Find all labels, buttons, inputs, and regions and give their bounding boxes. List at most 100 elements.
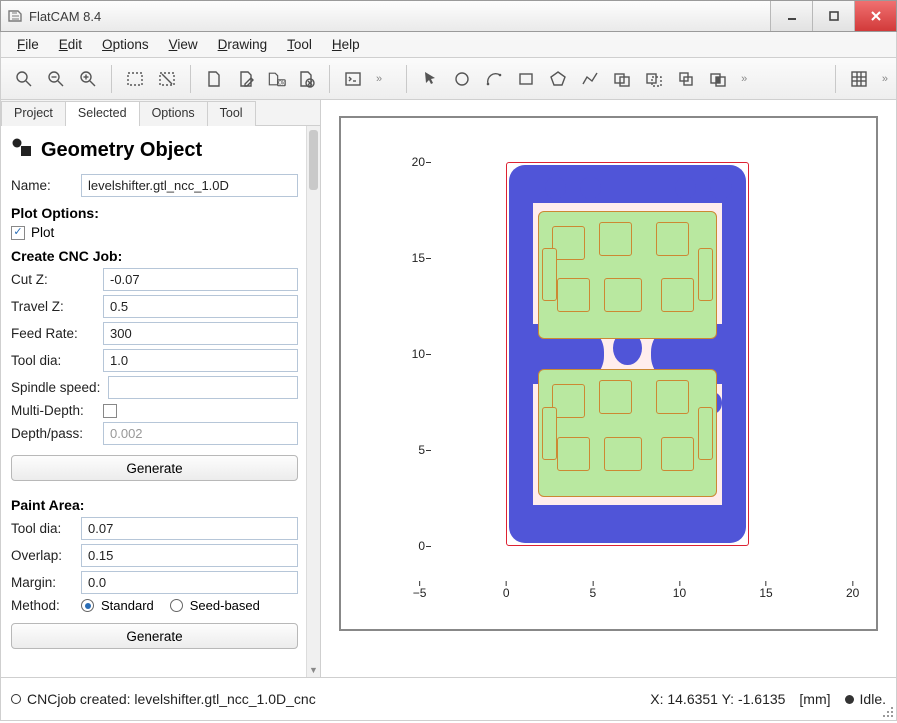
cnc-heading: Create CNC Job: (11, 248, 298, 264)
status-bar: CNCjob created: levelshifter.gtl_ncc_1.0… (0, 677, 897, 721)
paint-overlap-field[interactable] (81, 544, 298, 567)
toolbar: Ok » » » (0, 58, 897, 100)
y-tick: 0 (385, 539, 425, 553)
tooldia-label: Tool dia: (11, 353, 97, 368)
menu-options[interactable]: Options (94, 35, 157, 54)
tooldia-field[interactable] (103, 349, 298, 372)
union-icon[interactable] (607, 64, 637, 94)
x-tick: 15 (759, 581, 772, 603)
generate-cnc-button[interactable]: Generate (11, 455, 298, 481)
tab-tool[interactable]: Tool (207, 101, 256, 126)
svg-text:Ok: Ok (278, 80, 285, 86)
side-tabs: Project Selected Options Tool (1, 100, 320, 126)
terminal-icon[interactable] (338, 64, 368, 94)
x-tick: 0 (503, 581, 510, 603)
plot-options-heading: Plot Options: (11, 205, 298, 221)
pointer-icon[interactable] (415, 64, 445, 94)
edit-doc-icon[interactable] (231, 64, 261, 94)
subtract-icon[interactable] (639, 64, 669, 94)
select-clear-icon[interactable] (152, 64, 182, 94)
grid-icon[interactable] (844, 64, 874, 94)
copy-icon[interactable] (671, 64, 701, 94)
depthpass-field[interactable] (103, 422, 298, 445)
cutz-label: Cut Z: (11, 272, 97, 287)
doc-del-icon[interactable] (291, 64, 321, 94)
polyline-icon[interactable] (575, 64, 605, 94)
maximize-button[interactable] (812, 1, 854, 31)
cutz-field[interactable] (103, 268, 298, 291)
zoom-in-icon[interactable] (73, 64, 103, 94)
new-doc-icon[interactable] (199, 64, 229, 94)
menu-view[interactable]: View (161, 35, 206, 54)
y-tick: 20 (385, 155, 425, 169)
menu-file[interactable]: File (9, 35, 47, 54)
travelz-field[interactable] (103, 295, 298, 318)
title-bar: FlatCAM 8.4 (0, 0, 897, 32)
x-tick: 5 (590, 581, 597, 603)
toolbar-overflow-3[interactable]: » (878, 73, 892, 85)
name-field[interactable] (81, 174, 298, 197)
menu-bar: File Edit Options View Drawing Tool Help (0, 32, 897, 58)
select-rect-icon[interactable] (120, 64, 150, 94)
menu-tool[interactable]: Tool (279, 35, 320, 54)
close-button[interactable] (854, 1, 896, 31)
x-tick: 20 (846, 581, 859, 603)
multidepth-checkbox[interactable] (103, 404, 117, 418)
plot-canvas[interactable]: 0 5 10 15 20 −5 0 5 10 15 20 (321, 100, 896, 677)
scroll-down-icon[interactable]: ▼ (307, 663, 320, 677)
travelz-label: Travel Z: (11, 299, 97, 314)
name-label: Name: (11, 178, 75, 193)
tab-options[interactable]: Options (139, 101, 208, 126)
rect-icon[interactable] (511, 64, 541, 94)
side-scrollbar[interactable]: ▲ ▼ (306, 126, 320, 677)
geometry-icon (11, 136, 33, 164)
method-seed-radio[interactable] (170, 599, 183, 612)
polygon-icon[interactable] (543, 64, 573, 94)
plot-checkbox-label: Plot (31, 225, 54, 240)
toolbar-overflow-1[interactable]: » (372, 73, 386, 85)
toolbar-overflow-2[interactable]: » (737, 73, 751, 85)
status-message: CNCjob created: levelshifter.gtl_ncc_1.0… (27, 691, 316, 707)
method-standard-radio[interactable] (81, 599, 94, 612)
paint-tooldia-label: Tool dia: (11, 521, 75, 536)
paint-margin-field[interactable] (81, 571, 298, 594)
generate-paint-button[interactable]: Generate (11, 623, 298, 649)
paint-margin-label: Margin: (11, 575, 75, 590)
circle-icon[interactable] (447, 64, 477, 94)
doc-ok-icon[interactable]: Ok (263, 64, 289, 94)
menu-help[interactable]: Help (324, 35, 368, 54)
x-tick: 10 (673, 581, 686, 603)
menu-drawing[interactable]: Drawing (210, 35, 276, 54)
status-units: [mm] (799, 691, 830, 707)
zoom-fit-icon[interactable] (9, 64, 39, 94)
tab-selected[interactable]: Selected (65, 101, 140, 126)
spindle-label: Spindle speed: (11, 380, 102, 395)
feedrate-field[interactable] (103, 322, 298, 345)
intersect-icon[interactable] (703, 64, 733, 94)
minimize-button[interactable] (770, 1, 812, 31)
feedrate-label: Feed Rate: (11, 326, 97, 341)
paint-heading: Paint Area: (11, 497, 298, 513)
scroll-thumb[interactable] (309, 130, 318, 190)
idle-indicator-icon (845, 695, 854, 704)
y-tick: 5 (385, 443, 425, 457)
depthpass-label: Depth/pass: (11, 426, 97, 441)
status-coords: X: 14.6351 Y: -1.6135 (650, 691, 785, 707)
app-icon (7, 8, 23, 24)
paint-overlap-label: Overlap: (11, 548, 75, 563)
window-title: FlatCAM 8.4 (29, 9, 101, 24)
y-tick: 15 (385, 251, 425, 265)
x-tick: −5 (413, 581, 427, 603)
spindle-field[interactable] (108, 376, 298, 399)
method-label: Method: (11, 598, 75, 613)
menu-edit[interactable]: Edit (51, 35, 90, 54)
status-indicator-icon (11, 694, 21, 704)
resize-grip[interactable] (880, 704, 894, 718)
paint-tooldia-field[interactable] (81, 517, 298, 540)
tab-project[interactable]: Project (1, 101, 66, 126)
plot-checkbox[interactable] (11, 226, 25, 240)
panel-heading: Geometry Object (11, 136, 298, 164)
arc-icon[interactable] (479, 64, 509, 94)
zoom-out-icon[interactable] (41, 64, 71, 94)
y-tick: 10 (385, 347, 425, 361)
